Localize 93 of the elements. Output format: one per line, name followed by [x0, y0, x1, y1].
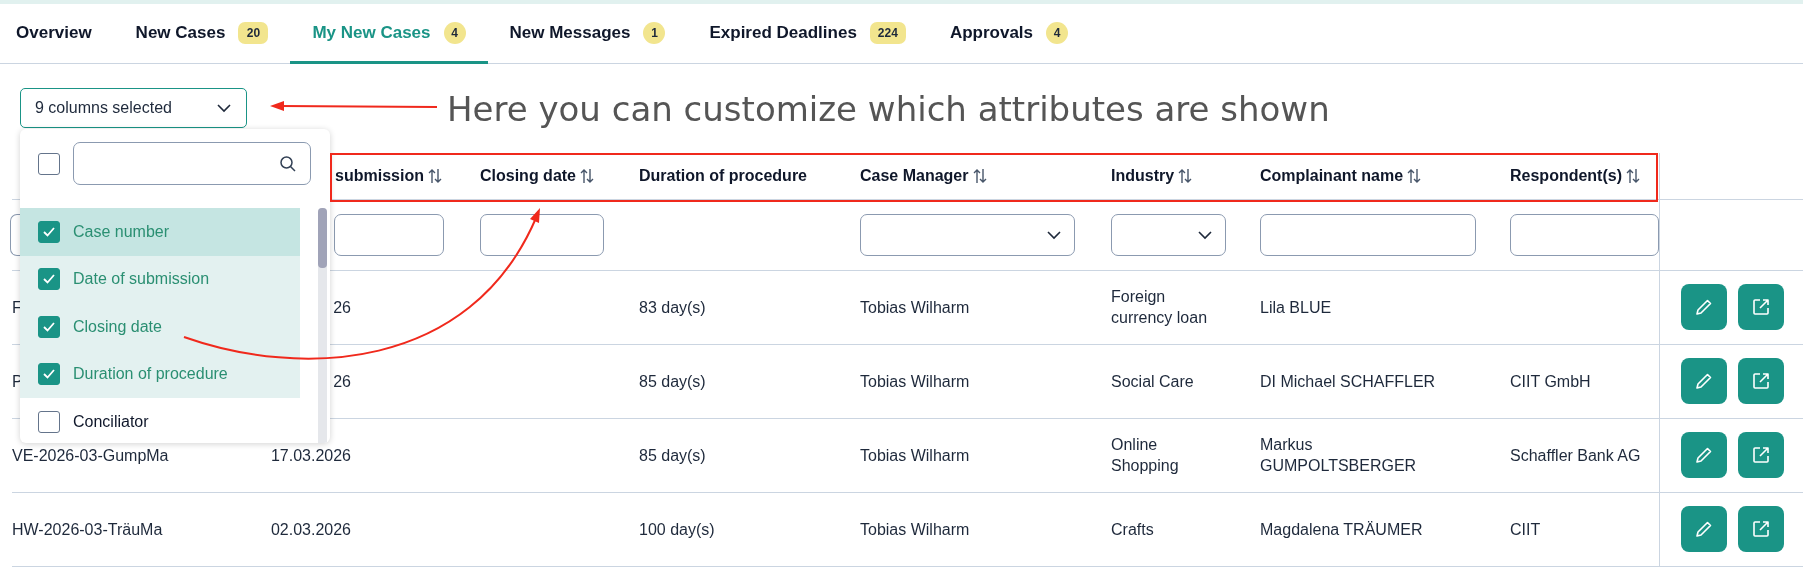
columns-dropdown[interactable]: 9 columns selected — [20, 87, 247, 128]
checkmark-icon — [42, 225, 56, 238]
checkbox[interactable] — [38, 220, 60, 243]
sort-icon[interactable] — [1406, 166, 1423, 185]
table-cell-text: 17.03.2026 — [269, 445, 351, 466]
search-icon — [279, 154, 297, 173]
table-cell-text: Magdalena TRÄUMER — [1260, 519, 1424, 540]
sort-icon[interactable] — [579, 166, 595, 185]
column-option[interactable]: Closing date — [20, 303, 300, 351]
sort-icon[interactable] — [971, 166, 988, 185]
open-button[interactable] — [1737, 432, 1784, 478]
external-link-icon — [1750, 297, 1771, 317]
open-button[interactable] — [1737, 284, 1784, 330]
table-cell: Tobias Wilharm — [860, 520, 970, 538]
search-field[interactable] — [73, 142, 311, 185]
table-cell: Tobias Wilharm — [860, 446, 970, 464]
table-cell: Tobias Wilharm — [860, 298, 970, 316]
open-button[interactable] — [1737, 506, 1784, 552]
table-cell: Schaffler Bank AG — [1510, 446, 1641, 464]
tab[interactable]: Approvals 4 — [927, 4, 1091, 64]
filter-field[interactable] — [334, 213, 444, 256]
table-cell: HW-2026-03-TräuMa — [12, 520, 163, 538]
external-link-icon — [1750, 519, 1771, 539]
table-cell: 83 day(s) — [639, 298, 706, 316]
tab[interactable]: Overview — [0, 4, 114, 64]
table-cell-text: Markus GUMPOLTSBERGER — [1260, 435, 1418, 476]
table-cell: Tobias Wilharm — [860, 372, 970, 390]
checkmark-icon — [42, 320, 56, 333]
count-badge: 224 — [869, 21, 906, 44]
table-cell-text: Online Shopping — [1111, 435, 1180, 476]
edit-button[interactable] — [1680, 506, 1727, 552]
filter-field[interactable] — [10, 213, 20, 256]
table-cell-text: Foreign currency loan — [1111, 287, 1209, 328]
count-badge: 20 — [238, 21, 269, 44]
filter-field[interactable] — [480, 213, 604, 256]
edit-button[interactable] — [1680, 432, 1727, 478]
table-cell-text: Crafts — [1111, 519, 1155, 540]
column-header[interactable]: Closing date — [480, 166, 576, 185]
pencil-icon — [1693, 519, 1714, 539]
pencil-icon — [1693, 445, 1714, 465]
table-cell-text: 26 — [332, 297, 351, 318]
edit-button[interactable] — [1680, 284, 1727, 330]
sort-icon[interactable] — [1625, 166, 1641, 185]
column-option[interactable]: Conciliator — [20, 398, 300, 443]
filter-field[interactable] — [1510, 213, 1659, 256]
column-header[interactable]: Complainant name — [1260, 166, 1404, 185]
count-badge: 4 — [1046, 21, 1069, 44]
table-cell-text: 02.03.2026 — [269, 519, 351, 540]
checkmark-icon — [42, 273, 56, 286]
column-option[interactable]: Duration of procedure — [20, 350, 300, 398]
tab[interactable]: Expired Deadlines 224 — [687, 4, 928, 64]
sort-icon[interactable] — [1177, 166, 1194, 185]
checkbox[interactable] — [38, 363, 60, 386]
column-header[interactable]: Industry — [1111, 166, 1175, 185]
scrollbar[interactable] — [318, 208, 327, 443]
edit-button[interactable] — [1680, 358, 1727, 404]
tab[interactable]: New Cases 20 — [113, 4, 291, 64]
open-button[interactable] — [1737, 358, 1784, 404]
column-header[interactable]: Case Manager — [860, 166, 969, 185]
table-cell: VE-2026-03-GumpMa — [12, 446, 169, 464]
table-cell-text: 26 — [332, 371, 351, 392]
checkbox[interactable] — [38, 315, 60, 338]
table-cell-text: Social Care — [1111, 371, 1195, 392]
checkmark-icon — [42, 368, 56, 381]
chevron-down-icon — [1046, 229, 1062, 240]
pencil-icon — [1693, 297, 1714, 317]
tab[interactable]: My New Cases 4 — [290, 4, 488, 64]
table-cell: 100 day(s) — [639, 520, 715, 538]
annotation-text: Here you can customize which attributes are shown — [447, 88, 1330, 129]
table-cell: CIIT GmbH — [1510, 372, 1591, 390]
column-header[interactable]: submission — [335, 166, 424, 185]
pencil-icon — [1693, 371, 1714, 391]
table-cell: 85 day(s) — [639, 446, 706, 464]
chevron-down-icon — [216, 102, 232, 113]
checkbox[interactable] — [38, 268, 60, 291]
table-cell-text: DI Michael SCHAFFLER — [1260, 371, 1437, 392]
checkbox[interactable] — [38, 410, 60, 433]
external-link-icon — [1750, 371, 1771, 391]
count-badge: 1 — [643, 21, 666, 44]
table-cell: CIIT — [1510, 520, 1541, 538]
column-header: Duration of procedure — [639, 166, 807, 185]
count-badge: 4 — [443, 21, 466, 44]
filter-dropdown[interactable] — [1111, 213, 1226, 256]
tab[interactable]: New Messages 1 — [487, 4, 688, 64]
column-header[interactable]: Respondent(s) — [1510, 166, 1622, 185]
sort-icon[interactable] — [427, 166, 443, 185]
table-cell: 85 day(s) — [639, 372, 706, 390]
chevron-down-icon — [1197, 229, 1213, 240]
external-link-icon — [1750, 445, 1771, 465]
select-all-checkbox[interactable] — [38, 152, 60, 175]
filter-dropdown[interactable] — [860, 213, 1075, 256]
table-cell-text: Lila BLUE — [1260, 297, 1333, 318]
filter-field[interactable] — [1260, 213, 1476, 256]
